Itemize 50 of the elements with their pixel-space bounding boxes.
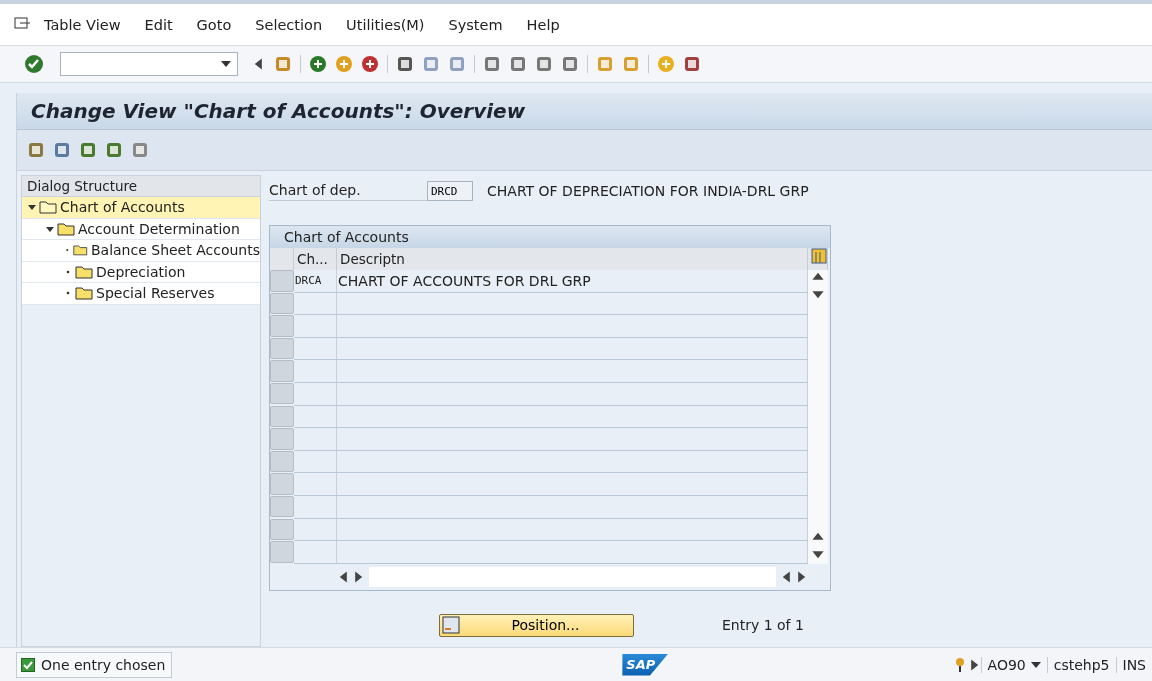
table-cell: CHART OF ACCOUNTS FOR DRL GRP: [337, 270, 808, 293]
menu-item[interactable]: Goto: [184, 16, 244, 33]
menu-item[interactable]: Utilities(M): [334, 16, 437, 33]
table-cell: [294, 292, 337, 316]
input-field[interactable]: DRCD: [427, 181, 473, 201]
table-cell: [294, 382, 337, 406]
expanded-arrow-icon[interactable]: [28, 203, 36, 212]
menu-item[interactable]: Help: [514, 16, 572, 33]
table-cell: [294, 541, 337, 564]
dropdown-caret-icon[interactable]: [1030, 661, 1041, 668]
menu-item[interactable]: Table View: [32, 16, 133, 33]
server-field: cstehp5: [1046, 656, 1116, 673]
menu-item[interactable]: Selection: [243, 16, 335, 33]
table-cell: [294, 518, 337, 542]
transaction-field[interactable]: AO90: [980, 656, 1047, 673]
table-cell: [294, 473, 337, 496]
folder-icon: [75, 286, 93, 301]
column-header[interactable]: Ch...: [294, 248, 337, 270]
menu-item[interactable]: System: [436, 16, 515, 33]
table-cell: [294, 450, 337, 474]
column-settings-icon[interactable]: [811, 248, 827, 264]
table-cell: [294, 428, 337, 451]
dropdown-caret-icon[interactable]: [221, 61, 231, 67]
table-cell: [294, 315, 337, 338]
table-cell: DRCA: [294, 270, 337, 293]
position-button[interactable]: Position...: [439, 613, 634, 637]
field-description: CHART OF DEPRECIATION FOR INDIA-DRL GRP: [487, 183, 809, 199]
position-icon: [442, 616, 460, 634]
table-title: Chart of Accounts: [270, 226, 830, 248]
open-folder-icon: [39, 200, 57, 215]
tree-item[interactable]: Chart of Accounts: [22, 197, 260, 219]
logo: SAP: [622, 653, 669, 676]
table-cell: [294, 495, 337, 519]
command-field[interactable]: [60, 52, 238, 76]
column-header[interactable]: Descriptn: [337, 248, 808, 270]
menu-item[interactable]: Edit: [132, 16, 185, 33]
table-cell: [294, 360, 337, 383]
checkmark-icon[interactable]: [24, 54, 44, 74]
folder-icon: [75, 264, 93, 279]
screen-title: Change View "Chart of Accounts": Overview: [31, 99, 526, 123]
status-message: One entry chosen: [16, 651, 173, 678]
entry-count: Entry 1 of 1: [722, 617, 804, 633]
table-cell: [294, 405, 337, 429]
panel-heading: Dialog Structure: [22, 176, 260, 197]
folder-icon: [57, 221, 75, 236]
mode-field[interactable]: INS: [1115, 656, 1152, 673]
expanded-arrow-icon[interactable]: [46, 224, 54, 233]
folder-icon: [73, 243, 88, 258]
success-check-icon: [21, 657, 35, 672]
table-cell: [294, 337, 337, 361]
